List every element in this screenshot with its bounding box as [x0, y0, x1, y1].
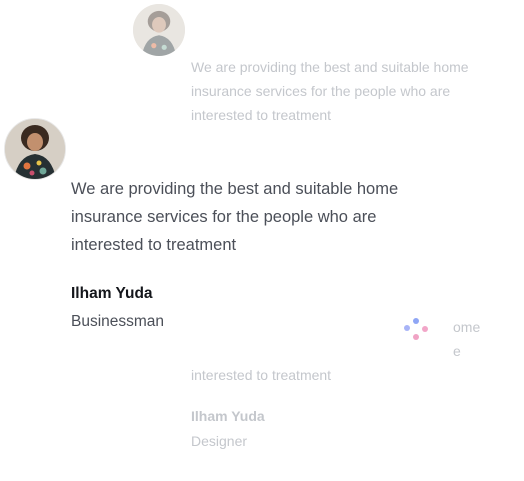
bottom-quote-partial-1: ome — [453, 319, 481, 335]
main-quote-line-1: We are providing the best and suitable h… — [71, 180, 399, 198]
top-avatar — [133, 4, 185, 56]
main-author-role: Businessman — [71, 313, 165, 330]
main-quote-line-2: insurance services for the people who ar… — [71, 208, 377, 226]
loader-dot-left — [404, 325, 410, 331]
top-quote-line-1: We are providing the best and suitable h… — [191, 59, 469, 75]
bottom-quote-line-3: interested to treatment — [191, 367, 332, 383]
top-quote-line-3: interested to treatment — [191, 107, 332, 123]
loading-dots-icon — [402, 318, 430, 344]
main-quote-line-3: interested to treatment — [71, 236, 237, 254]
main-avatar — [4, 118, 66, 180]
woman-portrait-icon — [133, 4, 185, 56]
loader-dot-top — [413, 318, 419, 324]
woman-portrait-icon — [5, 119, 65, 179]
loader-dot-right — [422, 326, 428, 332]
bottom-quote-partial-2: e — [453, 343, 461, 359]
top-quote-line-2: insurance services for the people who ar… — [191, 83, 451, 99]
bottom-author-name: Ilham Yuda — [191, 408, 265, 424]
bottom-author-role: Designer — [191, 433, 248, 449]
loader-dot-bottom — [413, 334, 419, 340]
main-author-name: Ilham Yuda — [71, 285, 153, 302]
